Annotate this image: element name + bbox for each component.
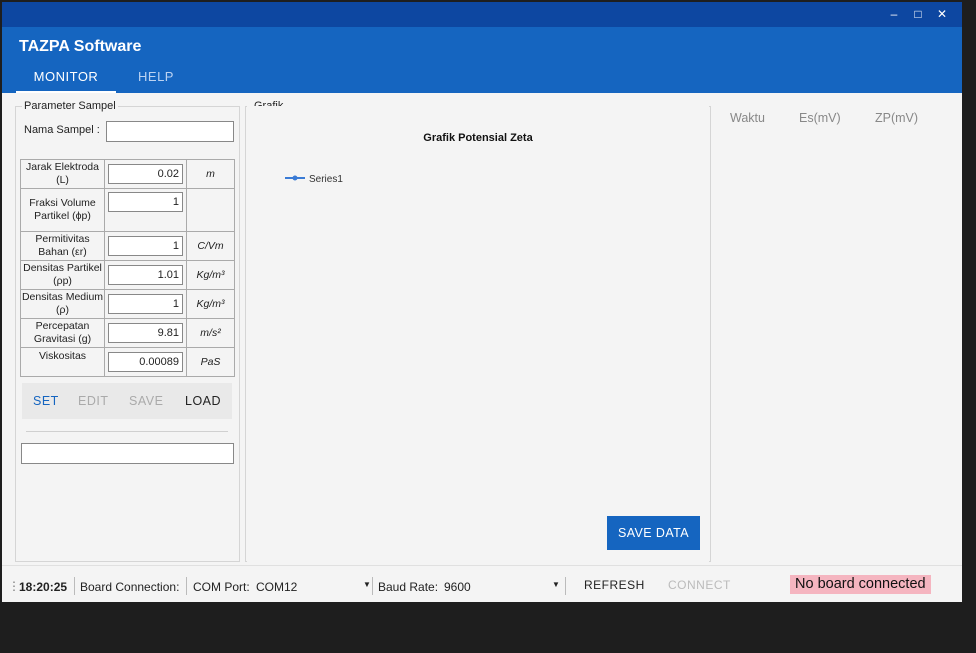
param-unit: m/s²	[186, 318, 235, 348]
parameter-group-title: Parameter Sampel	[22, 100, 118, 112]
param-row-gravity: Percepatan Gravitasi (g) 9.81 m/s²	[20, 318, 235, 348]
column-header-es[interactable]: Es(mV)	[799, 111, 841, 125]
param-row-medium-density: Densitas Medium (ρ) 1 Kg/m³	[20, 289, 235, 319]
param-row-permittivity: Permitivitas Bahan (εr) 1 C/Vm	[20, 231, 235, 261]
param-unit	[186, 188, 235, 232]
viscosity-input[interactable]: 0.00089	[108, 352, 183, 372]
zeta-potential-chart[interactable]: Grafik Potensial Zeta Series1	[247, 106, 709, 562]
tab-monitor[interactable]: MONITOR	[16, 69, 116, 93]
param-row-distance: Jarak Elektroda (L) 0.02 m	[20, 159, 235, 189]
chart-title: Grafik Potensial Zeta	[423, 132, 533, 144]
param-label: Jarak Elektroda (L)	[20, 159, 105, 189]
sample-name-label: Nama Sampel :	[24, 124, 100, 136]
com-port-label: COM Port:	[193, 580, 250, 594]
param-label: Viskositas	[20, 347, 105, 377]
status-separator	[74, 577, 75, 595]
maximize-button[interactable]: □	[911, 7, 925, 21]
chart-svg: Grafik Potensial Zeta Series1	[285, 132, 534, 185]
parameter-table: Jarak Elektroda (L) 0.02 m Fraksi Volume…	[20, 159, 235, 377]
volume-fraction-input[interactable]: 1	[108, 192, 183, 212]
minimize-button[interactable]: –	[887, 7, 901, 21]
connection-status-badge: No board connected	[790, 575, 931, 594]
status-separator	[186, 577, 187, 595]
board-connection-label: Board Connection:	[80, 580, 180, 594]
tab-help[interactable]: HELP	[132, 69, 180, 93]
param-label: Densitas Partikel (ρp)	[20, 260, 105, 290]
app-title: TAZPA Software	[19, 38, 142, 55]
param-unit: Kg/m³	[186, 289, 235, 319]
edit-button[interactable]: EDIT	[78, 394, 108, 408]
param-row-particle-density: Densitas Partikel (ρp) 1.01 Kg/m³	[20, 260, 235, 290]
param-label: Percepatan Gravitasi (g)	[20, 318, 105, 348]
divider	[26, 431, 228, 432]
electrode-distance-input[interactable]: 0.02	[108, 164, 183, 184]
param-row-viscosity: Viskositas 0.00089 PaS	[20, 347, 235, 377]
com-port-dropdown-icon[interactable]: ▼	[363, 580, 371, 589]
baud-rate-label: Baud Rate:	[378, 580, 439, 594]
param-unit: PaS	[186, 347, 235, 377]
column-header-zp[interactable]: ZP(mV)	[875, 111, 918, 125]
load-button[interactable]: LOAD	[185, 394, 221, 408]
parameter-button-bar: SET EDIT SAVE LOAD	[22, 383, 232, 419]
param-label: Permitivitas Bahan (εr)	[20, 231, 105, 261]
medium-density-input[interactable]: 1	[108, 294, 183, 314]
app-header: TAZPA Software MONITOR HELP	[2, 27, 962, 93]
clock-time: 18:20:25	[19, 580, 68, 594]
permittivity-input[interactable]: 1	[108, 236, 183, 256]
param-unit: m	[186, 159, 235, 189]
status-separator	[565, 577, 566, 595]
save-data-button[interactable]: SAVE DATA	[607, 516, 700, 550]
param-label: Densitas Medium (ρ)	[20, 289, 105, 319]
param-unit: Kg/m³	[186, 260, 235, 290]
param-label: Fraksi Volume Partikel (ϕp)	[20, 188, 105, 232]
close-button[interactable]: ✕	[935, 7, 949, 21]
refresh-button[interactable]: REFRESH	[584, 578, 645, 592]
gravity-input[interactable]: 9.81	[108, 323, 183, 343]
status-bar: ⋮ 18:20:25 Board Connection: COM Port: C…	[2, 565, 962, 602]
status-separator	[372, 577, 373, 595]
title-bar[interactable]: – □ ✕	[2, 2, 962, 27]
particle-density-input[interactable]: 1.01	[108, 265, 183, 285]
legend-series-label: Series1	[309, 174, 343, 185]
connect-button[interactable]: CONNECT	[668, 578, 731, 592]
sample-name-input[interactable]	[106, 121, 234, 142]
app-window: – □ ✕ TAZPA Software MONITOR HELP Parame…	[2, 2, 962, 602]
param-unit: C/Vm	[186, 231, 235, 261]
chart-legend: Series1	[285, 174, 343, 185]
legend-series-marker	[292, 175, 298, 181]
parameter-status-field[interactable]	[21, 443, 234, 464]
save-button[interactable]: SAVE	[129, 394, 163, 408]
baud-rate-select[interactable]: 9600	[444, 580, 471, 594]
param-row-volume-fraction: Fraksi Volume Partikel (ϕp) 1	[20, 188, 235, 232]
set-button[interactable]: SET	[33, 394, 59, 408]
column-header-time[interactable]: Waktu	[730, 111, 765, 125]
baud-rate-dropdown-icon[interactable]: ▼	[552, 580, 560, 589]
com-port-select[interactable]: COM12	[256, 580, 297, 594]
